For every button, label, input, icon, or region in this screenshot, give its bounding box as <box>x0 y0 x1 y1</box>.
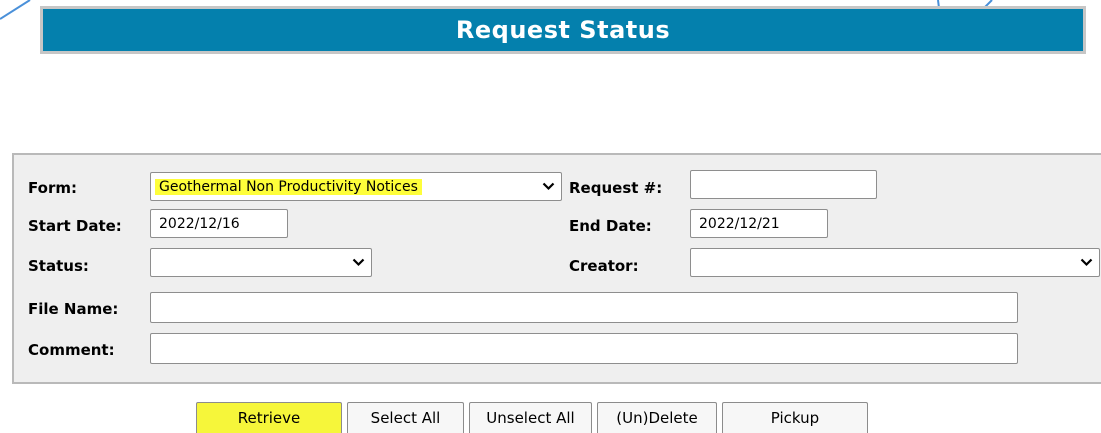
search-form-panel: Form: Geothermal Non Productivity Notice… <box>12 153 1101 384</box>
form-label: Form: <box>28 179 77 197</box>
page-header: Request Status <box>40 6 1086 54</box>
file-name-label: File Name: <box>28 300 119 318</box>
chevron-down-icon <box>541 180 555 194</box>
callout-stroke-left <box>0 0 31 20</box>
chevron-down-icon <box>351 256 365 270</box>
undelete-button[interactable]: (Un)Delete <box>597 402 717 433</box>
unselect-all-button[interactable]: Unselect All <box>469 402 592 433</box>
end-date-input[interactable]: 2022/12/21 <box>690 209 828 238</box>
action-buttons: Retrieve Select All Unselect All (Un)Del… <box>196 402 873 433</box>
comment-label: Comment: <box>28 341 115 359</box>
end-date-label: End Date: <box>569 217 652 235</box>
request-number-input[interactable] <box>690 170 877 199</box>
comment-input[interactable] <box>150 333 1018 364</box>
start-date-input[interactable]: 2022/12/16 <box>150 209 288 238</box>
page-title: Request Status <box>455 16 671 44</box>
select-all-button[interactable]: Select All <box>347 402 464 433</box>
chevron-down-icon <box>1079 256 1093 270</box>
file-name-input[interactable] <box>150 292 1018 323</box>
form-select-value: Geothermal Non Productivity Notices <box>155 178 422 195</box>
form-select[interactable]: Geothermal Non Productivity Notices <box>150 172 562 201</box>
status-select[interactable] <box>150 248 372 277</box>
status-label: Status: <box>28 257 89 275</box>
request-number-label: Request #: <box>569 179 663 197</box>
pickup-button[interactable]: Pickup <box>722 402 868 433</box>
creator-select[interactable] <box>690 248 1100 277</box>
creator-label: Creator: <box>569 257 639 275</box>
retrieve-button[interactable]: Retrieve <box>196 402 342 433</box>
start-date-label: Start Date: <box>28 217 122 235</box>
